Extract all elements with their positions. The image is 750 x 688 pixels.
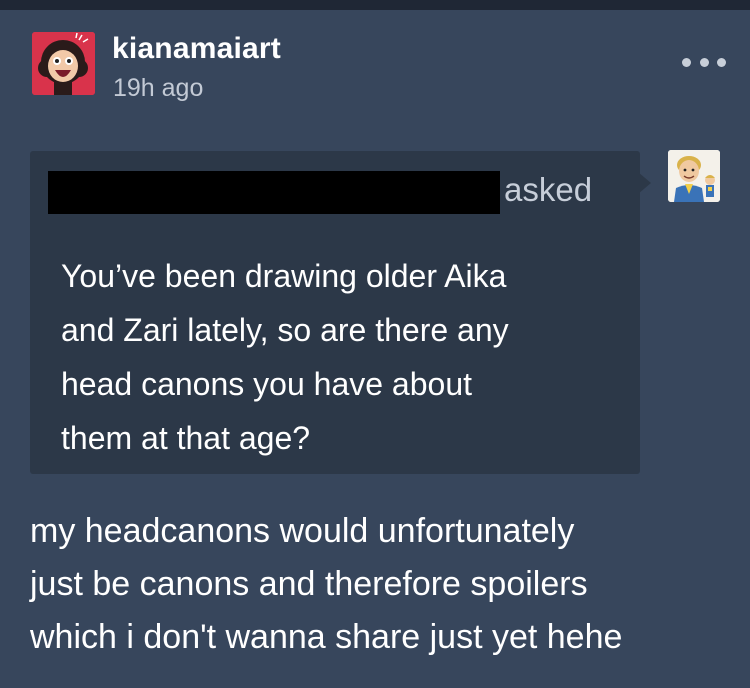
question-text: You’ve been drawing older Aika and Zari … bbox=[61, 249, 621, 465]
answer-text: my headcanons would unfortunately just b… bbox=[30, 505, 730, 664]
ellipsis-icon bbox=[699, 57, 709, 67]
question-line: head canons you have about bbox=[61, 366, 472, 402]
question-line: You’ve been drawing older Aika bbox=[61, 258, 507, 294]
ask-bubble: asked You’ve been drawing older Aika and… bbox=[30, 151, 640, 474]
asked-label: asked bbox=[504, 171, 593, 208]
redacted-asker-name bbox=[48, 171, 500, 214]
cartoon-character-avatar-icon bbox=[668, 150, 720, 202]
asker-avatar[interactable] bbox=[668, 150, 720, 202]
author-username[interactable]: kianamaiart bbox=[112, 32, 281, 66]
post-header: kianamaiart 19h ago bbox=[0, 10, 750, 130]
answer-line: which i don't wanna share just yet hehe bbox=[30, 618, 623, 656]
top-divider-strip bbox=[0, 0, 750, 10]
question-line: and Zari lately, so are there any bbox=[61, 312, 509, 348]
ask-bubble-pointer bbox=[638, 172, 651, 194]
question-line: them at that age? bbox=[61, 420, 311, 456]
ellipsis-icon bbox=[717, 57, 726, 67]
more-options-button[interactable] bbox=[682, 54, 726, 70]
author-avatar[interactable] bbox=[32, 32, 95, 95]
answer-line: my headcanons would unfortunately bbox=[30, 512, 575, 550]
post-timestamp[interactable]: 19h ago bbox=[113, 74, 203, 103]
cartoon-girl-avatar-icon bbox=[32, 32, 95, 95]
ellipsis-icon bbox=[682, 57, 691, 67]
answer-line: just be canons and therefore spoilers bbox=[30, 565, 588, 603]
